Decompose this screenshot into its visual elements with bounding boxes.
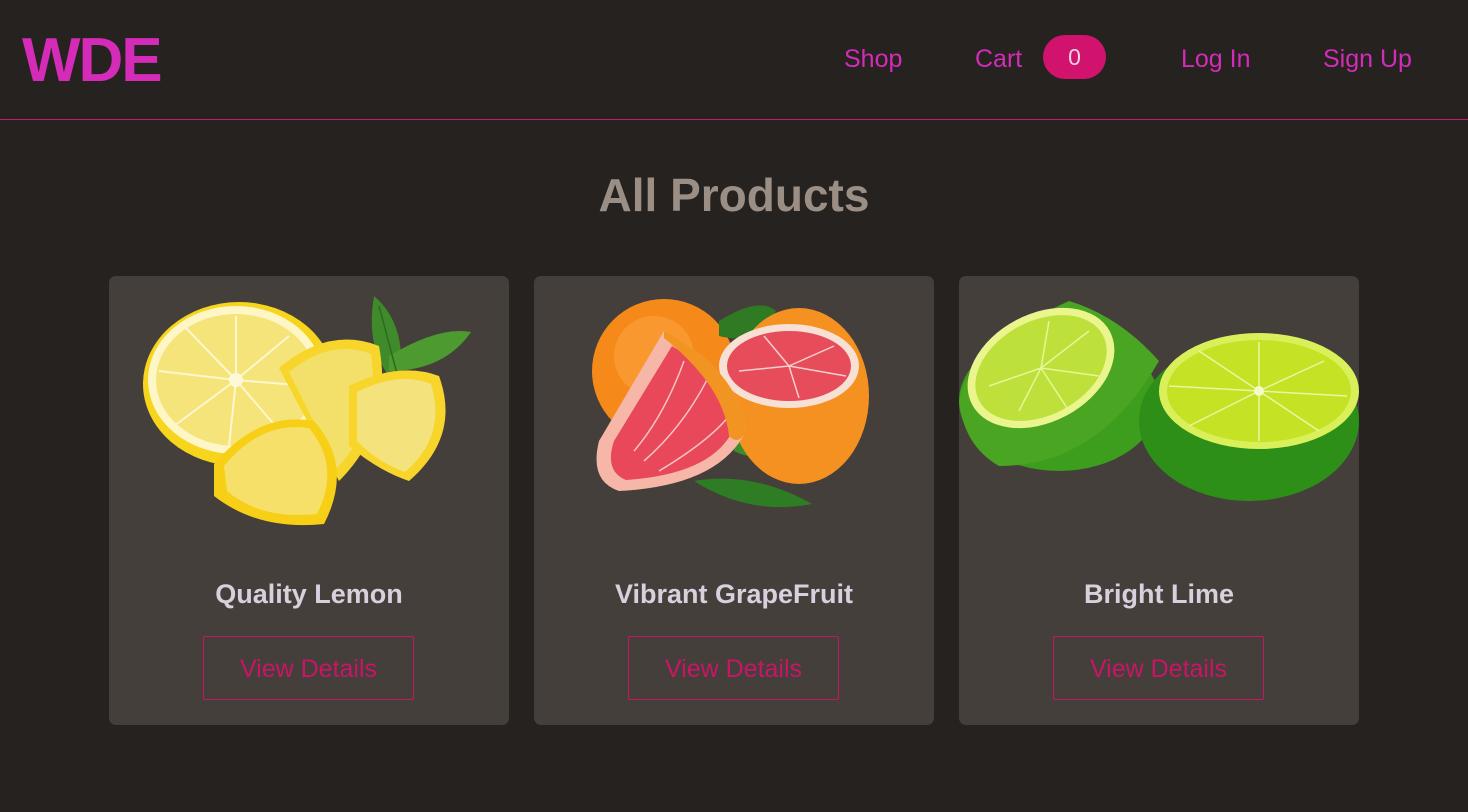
view-details-button[interactable]: View Details <box>628 636 839 700</box>
lime-image <box>959 301 1359 501</box>
product-card-lime: Bright Lime View Details <box>959 276 1359 725</box>
nav-cart-link[interactable]: Cart <box>975 43 1022 75</box>
nav-login-link[interactable]: Log In <box>1181 43 1251 75</box>
cart-count-badge[interactable]: 0 <box>1043 35 1106 79</box>
brand-logo[interactable]: WDE <box>22 26 163 96</box>
nav-shop-link[interactable]: Shop <box>844 43 902 75</box>
product-title: Bright Lime <box>1083 579 1234 609</box>
grapefruit-image <box>592 299 869 508</box>
nav-signup-link[interactable]: Sign Up <box>1323 43 1412 75</box>
page-title: All Products <box>598 169 870 221</box>
product-card-lemon: Quality Lemon View Details <box>109 276 509 725</box>
navbar: WDE Shop Cart 0 Log In Sign Up <box>0 0 1468 120</box>
product-title: Quality Lemon <box>215 579 403 609</box>
product-card-grapefruit: Vibrant GrapeFruit View Details <box>534 276 934 725</box>
product-title: Vibrant GrapeFruit <box>614 579 854 609</box>
view-details-button[interactable]: View Details <box>1053 636 1264 700</box>
lemon-image <box>143 296 471 526</box>
view-details-button[interactable]: View Details <box>203 636 414 700</box>
